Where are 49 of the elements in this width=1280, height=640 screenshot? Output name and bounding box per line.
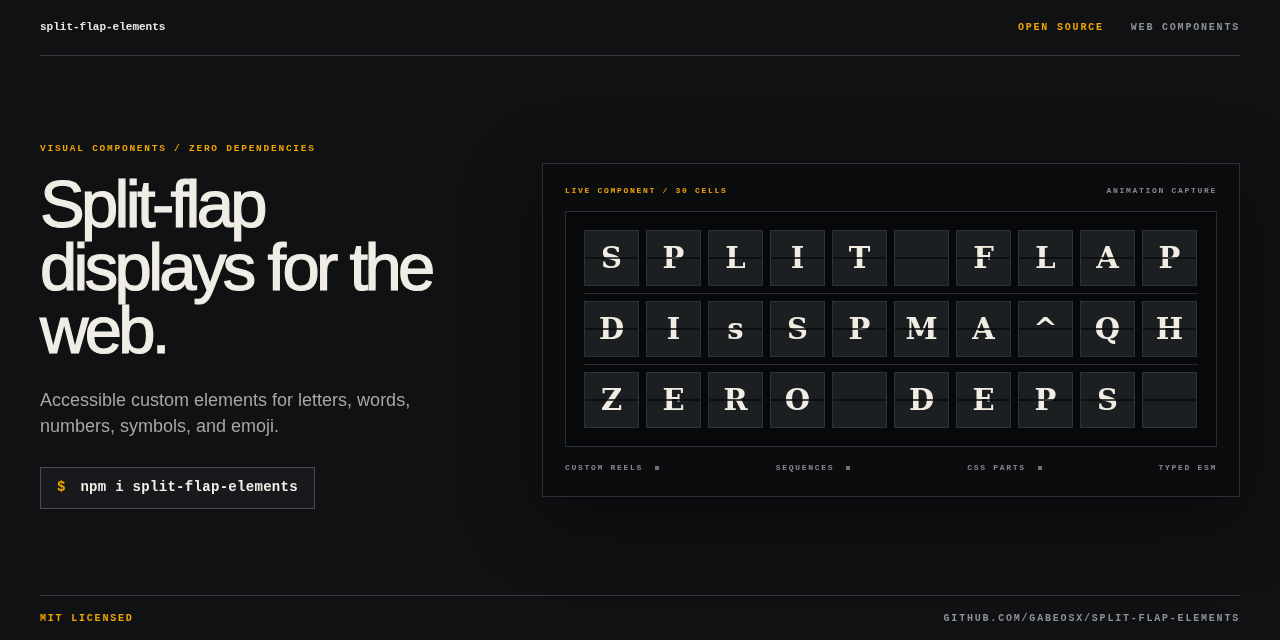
nav-link[interactable]: WEB COMPONENTS	[1130, 20, 1240, 35]
license-label: MIT LICENSED	[40, 611, 134, 626]
flap-cell: H	[1142, 300, 1197, 357]
eyebrow-label: VISUAL COMPONENTS / ZERO DEPENDENCIES	[40, 142, 317, 157]
square-bullet-icon	[1037, 465, 1042, 470]
square-bullet-icon	[655, 465, 659, 470]
flap-cell: A	[1080, 229, 1135, 286]
flap-cell	[832, 371, 887, 428]
flap-cell: E	[956, 371, 1011, 428]
flap-cell: Z	[584, 371, 639, 428]
flap-cell: O	[770, 371, 825, 428]
flap-cell: F	[956, 229, 1011, 286]
site-logo[interactable]: split-flap-elements	[40, 19, 166, 36]
flap-cell: I	[646, 300, 701, 357]
flap-cell: T	[832, 229, 887, 286]
flap-cell: S	[770, 300, 825, 357]
flap-cell: A	[956, 300, 1011, 357]
flap-cell: M	[894, 300, 949, 357]
flap-cell: D	[894, 371, 949, 428]
flap-cell: S	[1080, 371, 1135, 428]
flap-cell: E	[646, 371, 701, 428]
flap-cell: P	[832, 300, 887, 357]
feature-label: SEQUENCES	[775, 461, 835, 474]
flap-cell: I	[770, 229, 825, 286]
flap-cell: S	[584, 229, 639, 286]
flap-cell: P	[1142, 229, 1197, 286]
flap-cell	[894, 229, 949, 286]
flap-cell: ^	[1018, 300, 1073, 357]
hero-heading: Split-flap displays for the web.	[40, 171, 434, 361]
feature-label: CSS PARTS	[967, 461, 1026, 474]
flap-cell	[1142, 371, 1197, 428]
panel-label: LIVE COMPONENT / 30 CELLS	[565, 184, 728, 197]
panel-caption: ANIMATION CAPTURE	[1106, 184, 1217, 197]
flap-cell: L	[1018, 229, 1073, 286]
repo-link[interactable]: GITHUB.COM/GABEOSX/SPLIT-FLAP-ELEMENTS	[943, 610, 1240, 626]
flap-cell: R	[708, 371, 763, 428]
square-bullet-icon	[846, 465, 851, 470]
nav-link[interactable]: OPEN SOURCE	[1017, 20, 1104, 35]
flap-cell: Q	[1080, 300, 1135, 357]
feature-label: TYPED ESM	[1158, 461, 1217, 474]
flap-cell: D	[584, 300, 639, 357]
feature-label: CUSTOM REELS	[565, 461, 643, 474]
flap-cell: P	[1018, 371, 1073, 428]
flap-cell: L	[708, 229, 763, 286]
prompt-symbol: $	[57, 478, 66, 498]
command-text: npm i split-flap-elements	[80, 478, 298, 498]
flap-cell: s	[708, 300, 763, 357]
hero-description: Accessible custom elements for letters, words, numbers, symbols, and emoji.	[40, 388, 412, 438]
flap-cell: P	[646, 229, 701, 286]
